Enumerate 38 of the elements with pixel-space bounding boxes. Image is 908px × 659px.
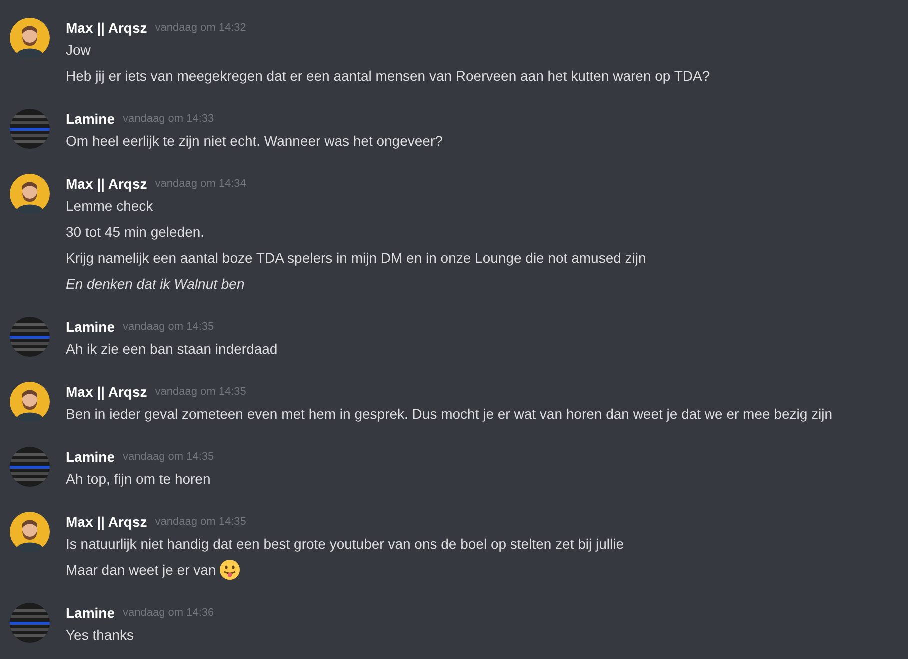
message-text: Om heel eerlijk te zijn niet echt. Wanneer was het ongeveer? — [66, 133, 443, 149]
timestamp: vandaag om 14:34 — [155, 178, 246, 190]
message-text: Krijg namelijk een aantal boze TDA spelers in mijn DM en in onze Lounge die not amused zijn — [66, 250, 646, 266]
timestamp: vandaag om 14:32 — [155, 22, 246, 34]
message-text: Ben in ieder geval zometeen even met hem in gesprek. Dus mocht je er wat van horen dan weet je dat we er mee bezig zijn — [66, 406, 833, 422]
timestamp: vandaag om 14:35 — [155, 516, 246, 528]
author-name[interactable]: Max || Arqsz — [66, 176, 148, 192]
message-text: Heb jij er iets van meegekregen dat er een aantal mensen van Roerveen aan het kutten waren op TDA? — [66, 68, 710, 84]
message-text: Ah ik zie een ban staan inderdaad — [66, 341, 278, 357]
flag-avatar-icon[interactable] — [10, 447, 50, 487]
timestamp: vandaag om 14:33 — [123, 113, 214, 125]
message-text: Maar dan weet je er van — [66, 562, 216, 578]
message-text: 30 tot 45 min geleden. — [66, 224, 205, 240]
avatar-icon[interactable] — [10, 512, 50, 552]
author-name[interactable]: Max || Arqsz — [66, 384, 148, 400]
message-text: Lemme check — [66, 198, 154, 214]
author-name[interactable]: Max || Arqsz — [66, 514, 148, 530]
flag-avatar-icon[interactable] — [10, 109, 50, 149]
flag-avatar-icon[interactable] — [10, 317, 50, 357]
timestamp: vandaag om 14:35 — [123, 451, 214, 463]
avatar-icon[interactable] — [10, 382, 50, 422]
author-name[interactable]: Lamine — [66, 605, 116, 621]
tongue-face-icon — [219, 559, 242, 581]
message-text: Ah top, fijn om te horen — [66, 471, 211, 487]
message-text: Yes thanks — [66, 627, 134, 643]
timestamp: vandaag om 14:35 — [155, 386, 246, 398]
avatar-icon[interactable] — [10, 18, 50, 58]
timestamp: vandaag om 14:36 — [123, 607, 214, 619]
author-name[interactable]: Lamine — [66, 449, 116, 465]
flag-avatar-icon[interactable] — [10, 603, 50, 643]
message-text: Jow — [66, 42, 91, 58]
author-name[interactable]: Max || Arqsz — [66, 20, 148, 36]
author-name[interactable]: Lamine — [66, 111, 116, 127]
avatar-icon[interactable] — [10, 174, 50, 214]
timestamp: vandaag om 14:35 — [123, 321, 214, 333]
message-text: En denken dat ik Walnut ben — [66, 276, 245, 292]
author-name[interactable]: Lamine — [66, 319, 116, 335]
message-text: Is natuurlijk niet handig dat een best grote youtuber van ons de boel op stelten zet bij jullie — [66, 536, 624, 552]
